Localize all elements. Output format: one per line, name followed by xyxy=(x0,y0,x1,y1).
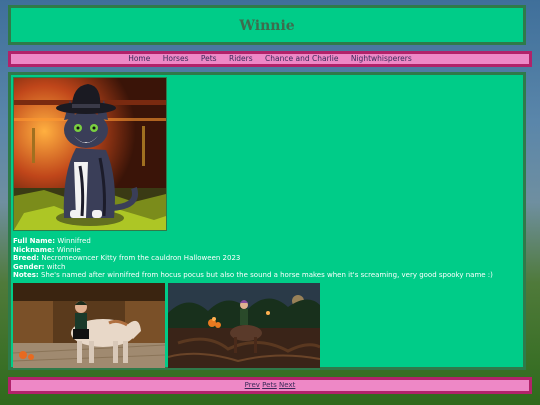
full-name-row: Full Name: Winnifred xyxy=(13,237,523,246)
notes-label: Notes: xyxy=(13,271,39,280)
gender-row: Gender: witch xyxy=(13,263,523,272)
main-panel: Full Name: Winnifred Nickname: Winnie Br… xyxy=(8,72,526,370)
gender-label: Gender: xyxy=(13,262,45,271)
nickname-row: Nickname: Winnie xyxy=(13,246,523,255)
nav-horses-link[interactable]: Horses xyxy=(163,54,189,63)
stable-photo-image xyxy=(13,283,165,368)
nav-chance-and-charlie-link[interactable]: Chance and Charlie xyxy=(265,54,338,63)
breed-label: Breed: xyxy=(13,254,40,263)
nav-home-link[interactable]: Home xyxy=(128,54,150,63)
notes-row: Notes: She's named after winnifred from … xyxy=(13,271,523,280)
prev-link[interactable]: Prev xyxy=(245,381,260,389)
nav-bar: Home Horses Pets Riders Chance and Charl… xyxy=(8,51,532,67)
footer-bar: Prev Pets Next xyxy=(8,377,532,394)
pets-link[interactable]: Pets xyxy=(262,381,277,389)
nav-riders-link[interactable]: Riders xyxy=(229,54,253,63)
pet-info: Full Name: Winnifred Nickname: Winnie Br… xyxy=(13,237,523,280)
nav-pets-link[interactable]: Pets xyxy=(201,54,217,63)
forest-photo-image xyxy=(168,283,320,368)
gender-value: witch xyxy=(46,262,66,271)
header-panel: Winnie xyxy=(8,5,526,45)
breed-value: Necromeowncer Kitty from the cauldron Ha… xyxy=(41,254,241,263)
pet-main-image xyxy=(13,77,167,231)
next-link[interactable]: Next xyxy=(279,381,295,389)
site-title: Winnie xyxy=(239,18,295,34)
nickname-value: Winnie xyxy=(56,245,81,254)
notes-value: She's named after winnifred from hocus p… xyxy=(40,271,493,280)
breed-row: Breed: Necromeowncer Kitty from the caul… xyxy=(13,254,523,263)
full-name-value: Winnifred xyxy=(57,237,91,245)
full-name-label: Full Name: xyxy=(13,237,56,245)
nickname-label: Nickname: xyxy=(13,245,55,254)
nav-nightwhisperers-link[interactable]: Nightwhisperers xyxy=(351,54,412,63)
